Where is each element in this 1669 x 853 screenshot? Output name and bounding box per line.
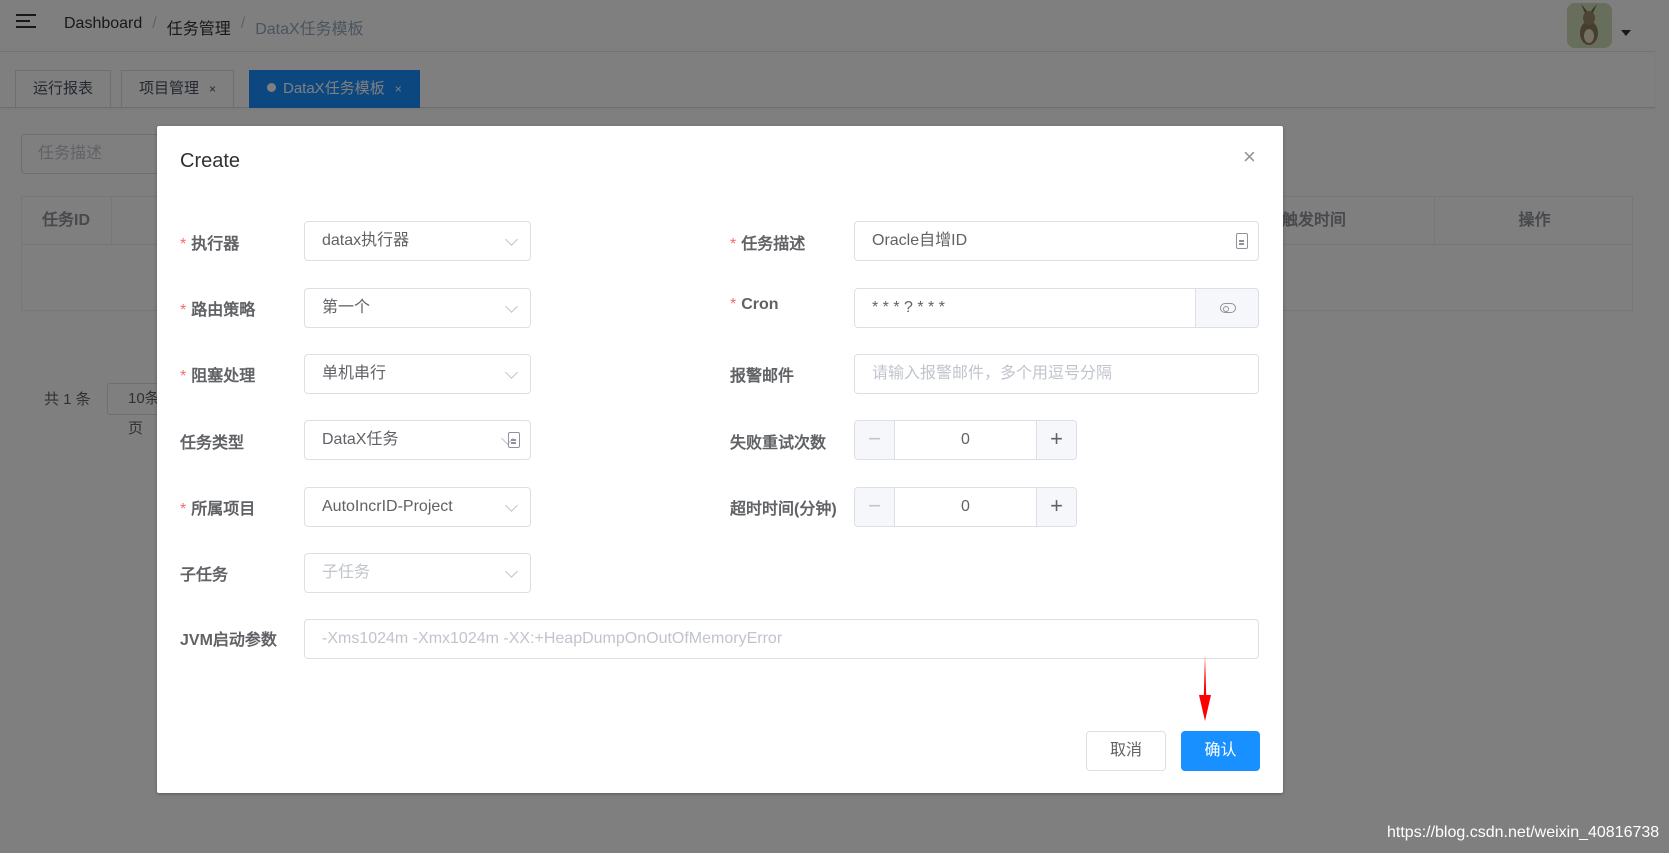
block-strategy-label: * 阻塞处理 (180, 368, 256, 385)
decrement-button[interactable]: − (855, 421, 895, 459)
block-strategy-select[interactable]: 单机串行 (304, 354, 531, 394)
watermark: https://blog.csdn.net/weixin_40816738 (1387, 824, 1660, 841)
timeout-stepper[interactable]: − 0 + (854, 487, 1077, 527)
jvm-params-label: JVM启动参数 (180, 632, 277, 649)
chevron-down-icon (505, 233, 518, 246)
toggle-icon (1220, 303, 1236, 313)
alarm-email-label: 报警邮件 (730, 368, 795, 385)
increment-button[interactable]: + (1036, 488, 1076, 526)
task-desc-label: * 任务描述 (730, 236, 806, 253)
form-fill-icon (1236, 233, 1248, 249)
task-desc-input[interactable]: Oracle自增ID (854, 221, 1259, 261)
decrement-button[interactable]: − (855, 488, 895, 526)
route-strategy-select[interactable]: 第一个 (304, 288, 531, 328)
project-select[interactable]: AutoIncrID-Project (304, 487, 531, 527)
retry-count-value[interactable]: 0 (895, 421, 1036, 459)
red-arrow-annotation-icon (1199, 655, 1211, 721)
chevron-down-icon (505, 366, 518, 379)
timeout-value[interactable]: 0 (895, 488, 1036, 526)
increment-button[interactable]: + (1036, 421, 1076, 459)
chevron-down-icon (505, 565, 518, 578)
chevron-down-icon (505, 300, 518, 313)
form-fill-icon (508, 432, 520, 448)
cron-input[interactable]: * * * ? * * * (854, 288, 1196, 328)
retry-count-stepper[interactable]: − 0 + (854, 420, 1077, 460)
chevron-down-icon (505, 499, 518, 512)
create-dialog: Create × * 执行器 datax执行器 * 路由策略 第一个 * 阻塞处理 单… (157, 126, 1283, 793)
project-label: * 所属项目 (180, 501, 256, 518)
cancel-button[interactable]: 取消 (1086, 731, 1166, 771)
subtask-select[interactable]: 子任务 (304, 553, 531, 593)
alarm-email-input[interactable]: 请输入报警邮件，多个用逗号分隔 (854, 354, 1259, 394)
subtask-label: 子任务 (180, 567, 229, 584)
route-strategy-label: * 路由策略 (180, 302, 256, 319)
dialog-title: Create (180, 150, 241, 172)
retry-count-label: 失败重试次数 (730, 435, 827, 452)
jvm-params-input[interactable]: -Xms1024m -Xmx1024m -XX:+HeapDumpOnOutOf… (304, 619, 1259, 659)
task-type-label: 任务类型 (180, 435, 245, 452)
confirm-button[interactable]: 确认 (1181, 731, 1260, 771)
close-icon[interactable]: × (1243, 146, 1256, 168)
cron-label: * Cron (730, 296, 779, 313)
executor-label: * 执行器 (180, 236, 240, 253)
task-type-select[interactable]: DataX任务 (304, 420, 531, 460)
timeout-label: 超时时间(分钟) (730, 501, 837, 518)
executor-select[interactable]: datax执行器 (304, 221, 531, 261)
cron-generator-button[interactable] (1195, 288, 1259, 328)
